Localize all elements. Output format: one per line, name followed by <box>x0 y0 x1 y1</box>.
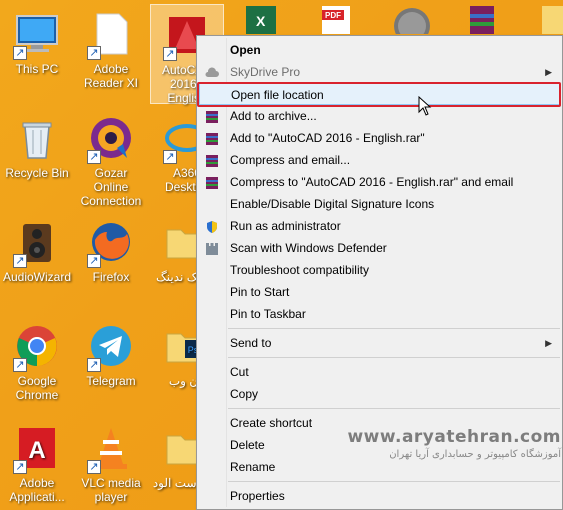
menu-item-properties[interactable]: Properties <box>199 485 560 507</box>
desktop-icon-recycle-bin[interactable]: Recycle Bin <box>0 108 74 200</box>
desktop-icon-vlc[interactable]: ↗ VLC media player <box>74 418 148 510</box>
menu-item-label: Scan with Windows Defender <box>230 241 387 255</box>
menu-item-add-to-archive[interactable]: Add to archive... <box>199 105 560 127</box>
speaker-icon: ↗ <box>13 218 61 268</box>
icon-label: Gozar Online Connection <box>80 166 142 208</box>
shortcut-arrow-icon: ↗ <box>163 47 177 61</box>
excel-icon: X <box>242 6 282 34</box>
icon-label: Recycle Bin <box>5 166 69 180</box>
menu-item-add-to-rar[interactable]: Add to "AutoCAD 2016 - English.rar" <box>199 127 560 149</box>
desktop-icon-audiowizard[interactable]: ↗ AudioWizard <box>0 212 74 304</box>
desktop-icon-gozar-online[interactable]: ↗ Gozar Online Connection <box>74 108 148 208</box>
menu-separator <box>228 357 560 358</box>
highlight-annotation <box>197 82 561 107</box>
menu-item-skydrive-pro[interactable]: SkyDrive Pro ▶ <box>199 61 560 83</box>
icon-label: Google Chrome <box>15 374 59 402</box>
watermark-subtitle: آموزشگاه کامپیوتر و حسابداری آریا تهران <box>389 449 561 460</box>
menu-item-cut[interactable]: Cut <box>199 361 560 383</box>
document-icon: ↗ <box>87 10 135 60</box>
menu-item-scan-windows-defender[interactable]: Scan with Windows Defender <box>199 237 560 259</box>
menu-item-label: Send to <box>230 336 272 350</box>
menu-item-compress-and-email[interactable]: Compress and email... <box>199 149 560 171</box>
recycle-bin-icon <box>13 114 61 162</box>
firefox-icon: ↗ <box>87 218 135 268</box>
desktop-icon-adobe-application[interactable]: A ↗ Adobe Applicati... <box>0 418 74 510</box>
watermark: www.aryatehran.com آموزشگاه کامپیوتر و ح… <box>325 427 561 460</box>
gozar-icon: ↗ <box>87 114 135 164</box>
menu-item-pin-to-taskbar[interactable]: Pin to Taskbar <box>199 303 560 325</box>
shortcut-arrow-icon: ↗ <box>87 460 101 474</box>
icon-label: Adobe Applicati... <box>9 476 65 504</box>
icon-label: Firefox <box>92 270 130 284</box>
winrar-icon <box>205 131 219 145</box>
menu-separator <box>228 481 560 482</box>
submenu-arrow-icon: ▶ <box>545 338 552 348</box>
menu-item-label: Run as administrator <box>230 219 341 233</box>
shortcut-arrow-icon: ↗ <box>87 46 101 60</box>
computer-icon: ↗ <box>13 10 61 60</box>
menu-item-troubleshoot-compatibility[interactable]: Troubleshoot compatibility <box>199 259 560 281</box>
shortcut-arrow-icon: ↗ <box>163 150 177 164</box>
icon-label: AudioWizard <box>2 270 72 284</box>
menu-item-label: Compress to "AutoCAD 2016 - English.rar"… <box>230 175 514 189</box>
desktop-icon-firefox[interactable]: ↗ Firefox <box>74 212 148 304</box>
winrar-icon <box>205 109 219 123</box>
shortcut-arrow-icon: ↗ <box>87 254 101 268</box>
menu-separator <box>228 408 560 409</box>
defender-castle-icon <box>205 241 219 255</box>
uac-shield-icon <box>205 219 219 233</box>
desktop-icon-telegram[interactable]: ↗ Telegram <box>74 316 148 408</box>
chrome-icon: ↗ <box>13 322 61 372</box>
watermark-url: www.aryatehran.com <box>347 427 561 447</box>
winrar-icon <box>462 6 502 34</box>
vlc-cone-icon: ↗ <box>87 424 135 474</box>
winrar-icon <box>205 175 219 189</box>
winrar-icon <box>205 153 219 167</box>
menu-item-label: Compress and email... <box>230 153 351 167</box>
menu-item-compress-rar-email[interactable]: Compress to "AutoCAD 2016 - English.rar"… <box>199 171 560 193</box>
shortcut-arrow-icon: ↗ <box>13 46 27 60</box>
shortcut-arrow-icon: ↗ <box>13 254 27 268</box>
desktop-icon-this-pc[interactable]: ↗ This PC <box>0 4 74 96</box>
shortcut-arrow-icon: ↗ <box>87 150 101 164</box>
desktop-icon-google-chrome[interactable]: ↗ Google Chrome <box>0 316 74 408</box>
pdf-icon: PDF <box>316 6 356 34</box>
menu-item-copy[interactable]: Copy <box>199 383 560 405</box>
menu-item-label: Add to archive... <box>230 109 317 123</box>
icon-label: Telegram <box>86 374 136 388</box>
menu-item-label: SkyDrive Pro <box>230 65 301 79</box>
mouse-cursor-icon <box>418 95 432 116</box>
icon-label: This PC <box>15 62 59 76</box>
desktop-icon-adobe-reader[interactable]: ↗ Adobe Reader XI <box>74 4 148 96</box>
menu-item-pin-to-start[interactable]: Pin to Start <box>199 281 560 303</box>
menu-item-run-as-administrator[interactable]: Run as administrator <box>199 215 560 237</box>
globe-icon <box>392 6 432 44</box>
menu-item-digital-signature-icons[interactable]: Enable/Disable Digital Signature Icons <box>199 193 560 215</box>
adobe-icon: A ↗ <box>13 424 61 474</box>
icon-label: VLC media player <box>81 476 141 504</box>
menu-item-label: Add to "AutoCAD 2016 - English.rar" <box>230 131 425 145</box>
shortcut-arrow-icon: ↗ <box>13 460 27 474</box>
cloud-icon <box>205 65 219 79</box>
folder-icon <box>540 6 563 34</box>
menu-separator <box>228 328 560 329</box>
icon-label: Adobe Reader XI <box>83 62 139 90</box>
svg-text:A: A <box>28 437 45 464</box>
shortcut-arrow-icon: ↗ <box>13 358 27 372</box>
menu-item-open[interactable]: Open <box>199 39 560 61</box>
submenu-arrow-icon: ▶ <box>545 67 552 77</box>
menu-item-send-to[interactable]: Send to ▶ <box>199 332 560 354</box>
svg-text:PDF: PDF <box>325 11 341 20</box>
svg-text:X: X <box>256 13 266 29</box>
shortcut-arrow-icon: ↗ <box>87 358 101 372</box>
telegram-icon: ↗ <box>87 322 135 372</box>
